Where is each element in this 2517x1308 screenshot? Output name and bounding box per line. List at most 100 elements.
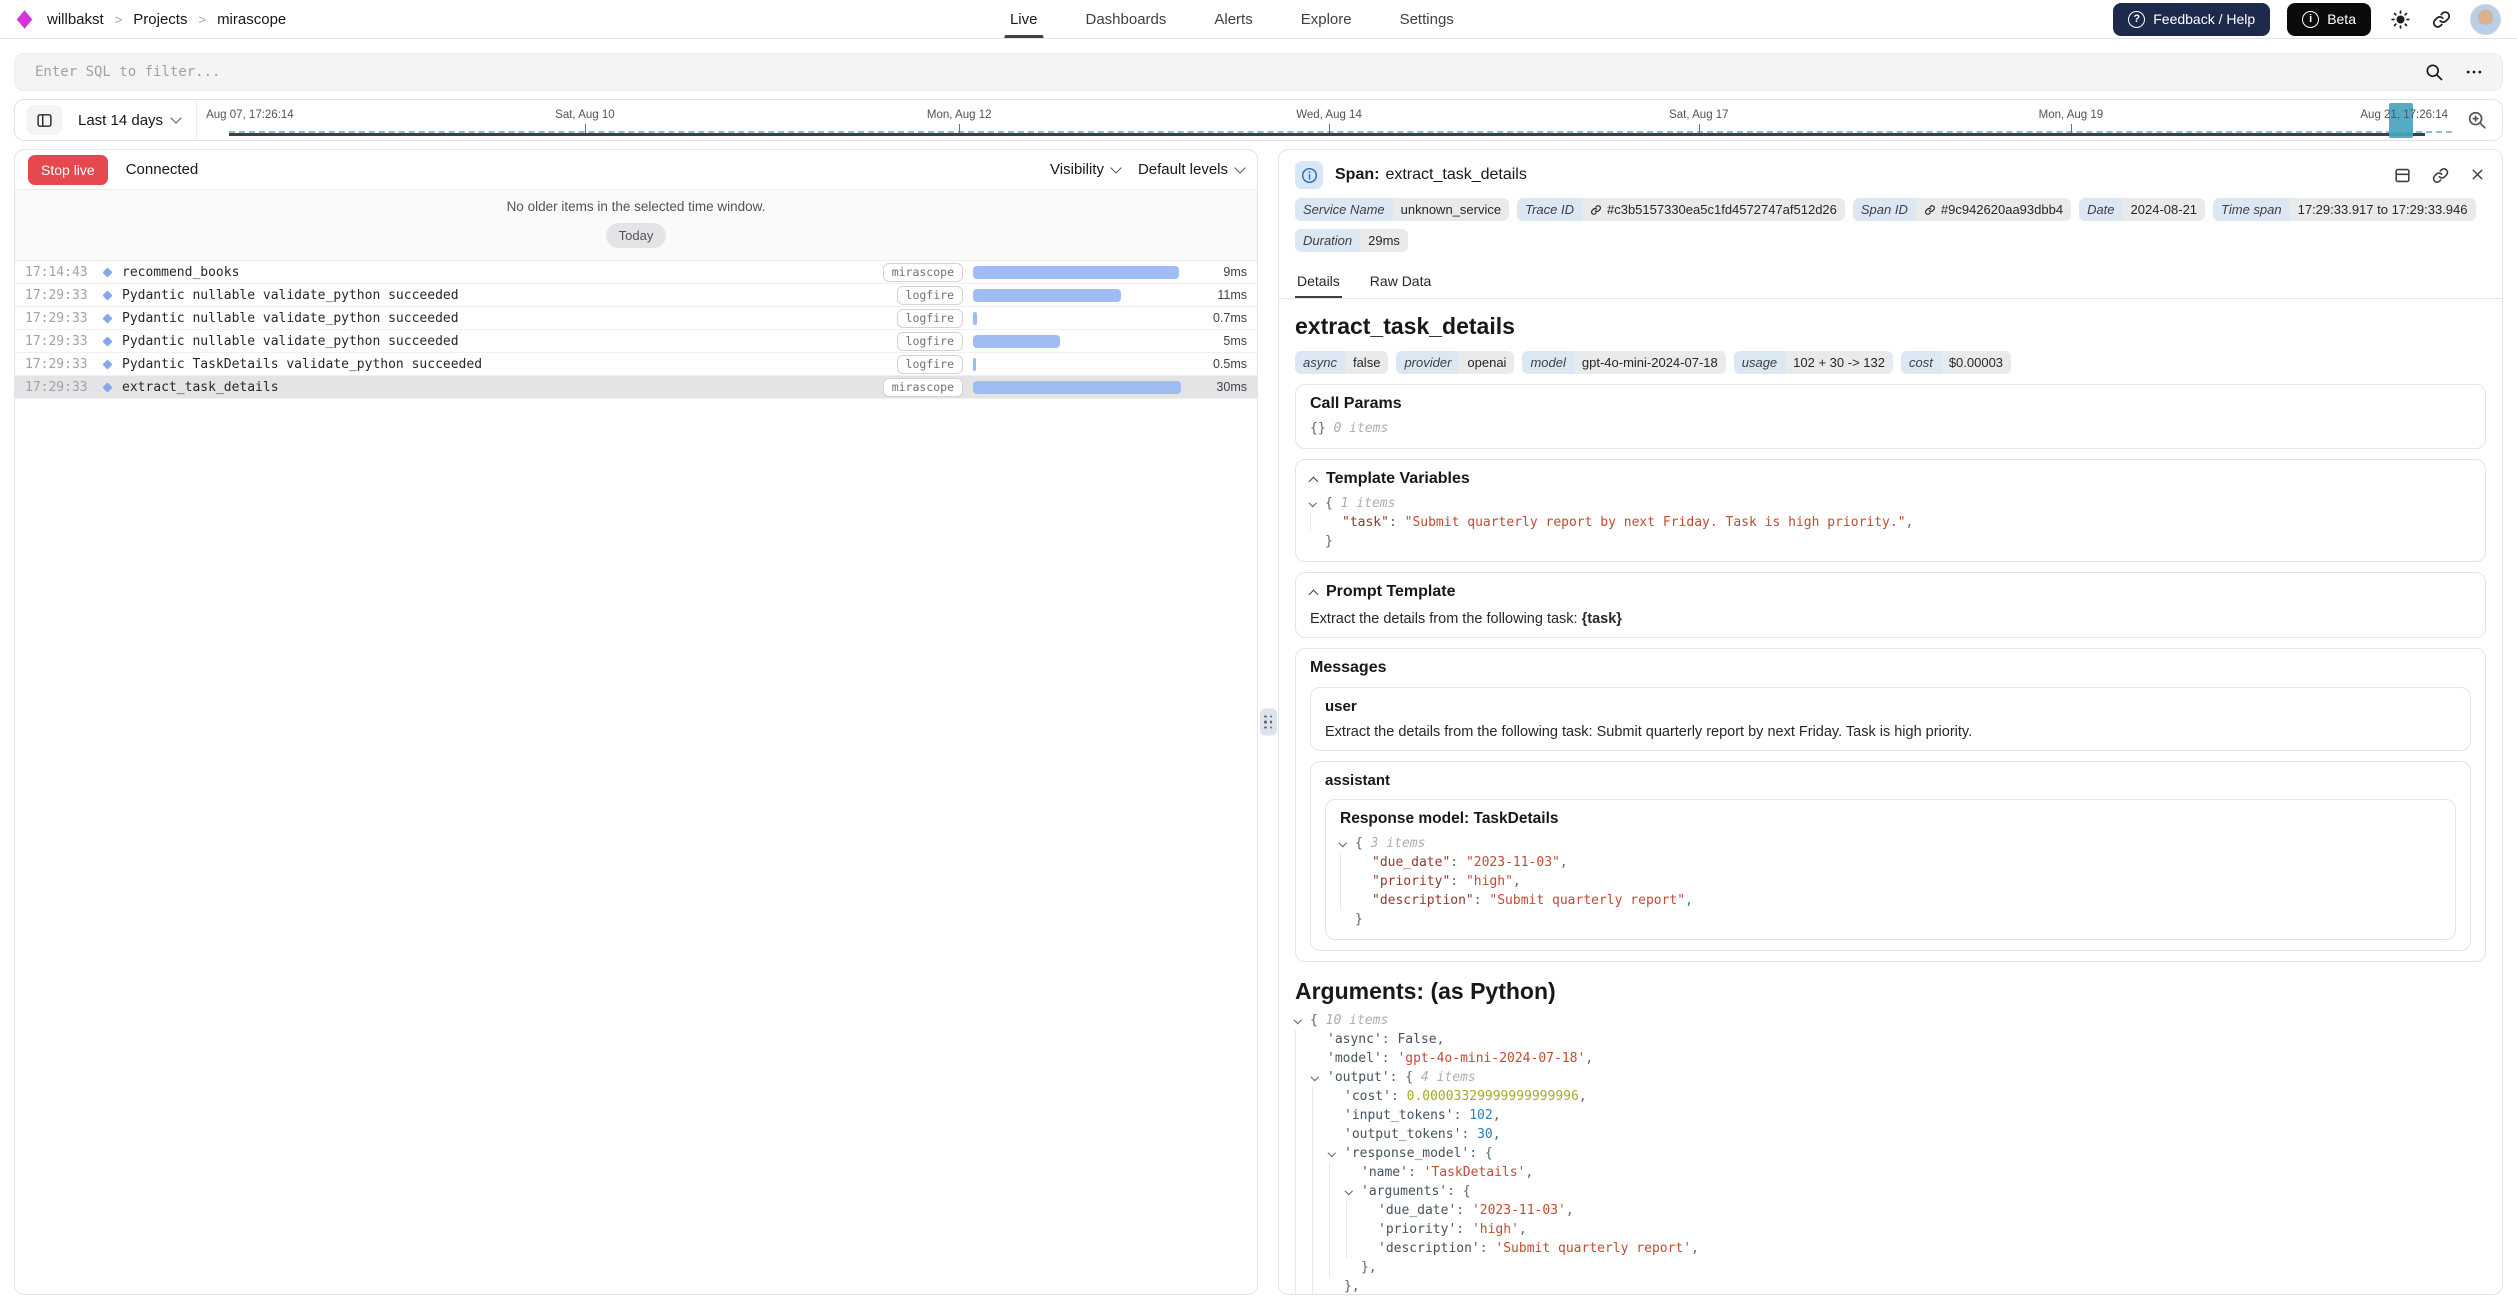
badge-value: $0.00003 [1941,351,2011,374]
sql-filter-input[interactable] [33,63,2404,81]
badge-label: Service Name [1295,198,1393,221]
badge-label: model [1522,351,1573,374]
code-token: } [1355,910,1363,929]
topbar-actions: ? Feedback / Help i Beta [2113,3,2501,36]
breadcrumb-item-mirascope[interactable]: mirascope [217,11,286,28]
span-detail-body: extract_task_details asyncfalseprovidero… [1279,299,2502,1294]
close-icon[interactable] [2469,166,2486,185]
tab-dashboards[interactable]: Dashboards [1085,0,1166,38]
collapse-icon[interactable] [1310,474,1317,485]
indent-gap [1329,1277,1344,1294]
log-row[interactable]: 17:29:33Pydantic nullable validate_pytho… [15,330,1257,353]
code-token: : [1390,1068,1406,1087]
tree-chevron-down-icon[interactable] [1295,1011,1310,1030]
indent-guide [1295,1220,1312,1239]
theme-toggle-icon[interactable] [2388,7,2412,31]
code-line: 'model': 'gpt-4o-mini-2024-07-18', [1295,1049,2486,1068]
link-icon[interactable] [1590,204,1602,216]
breadcrumb-item-willbakst[interactable]: willbakst [47,11,104,28]
tab-raw-data[interactable]: Raw Data [1368,264,1433,298]
top-bar: willbakst>Projects>mirascope LiveDashboa… [0,0,2517,39]
code-line: 'cost': 0.00003329999999999996, [1295,1087,2486,1106]
tab-live[interactable]: Live [1010,0,1038,38]
share-link-icon[interactable] [2429,7,2453,31]
tree-chevron-down-icon[interactable] [1329,1144,1344,1163]
timeline-data-line [229,133,2425,136]
log-row[interactable]: 17:29:33Pydantic nullable validate_pytho… [15,307,1257,330]
tree-chevron-down-icon[interactable] [1312,1068,1327,1087]
feedback-help-button[interactable]: ? Feedback / Help [2113,3,2270,36]
panel-resize-handle[interactable] [1260,709,1277,736]
code-token: , [1437,1030,1445,1049]
code-token: { [1485,1144,1493,1163]
timeline-tick-label: Mon, Aug 19 [2039,109,2104,121]
badge-label: Trace ID [1517,198,1582,221]
code-line: }, [1295,1277,2486,1294]
visibility-dropdown[interactable]: Visibility [1050,161,1120,178]
more-options-icon[interactable] [2464,62,2484,82]
search-icon[interactable] [2424,62,2444,82]
indent-guide [1346,1201,1363,1220]
indent-gap [1363,1239,1378,1258]
log-row[interactable]: 17:29:33Pydantic nullable validate_pytho… [15,284,1257,307]
code-token: : [1454,1106,1470,1125]
code-token: 0 items [1326,419,1389,438]
log-duration: 5ms [1195,334,1247,348]
logfire-logo-icon[interactable] [16,9,33,30]
tree-chevron-down-icon[interactable] [1340,834,1355,853]
sidebar-toggle-icon[interactable] [27,105,62,135]
log-list: 17:14:43recommend_booksmirascope9ms17:29… [15,261,1257,399]
log-timestamp: 17:14:43 [25,265,101,280]
tree-chevron-down-icon[interactable] [1310,494,1325,513]
badge-label: Time span [2213,198,2290,221]
link-icon[interactable] [1924,204,1936,216]
breadcrumb-item-Projects[interactable]: Projects [133,11,187,28]
collapse-icon[interactable] [1310,587,1317,598]
tab-explore[interactable]: Explore [1301,0,1352,38]
code-token: 'Submit quarterly report' [1495,1239,1691,1258]
code-token: '2023-11-03' [1472,1201,1566,1220]
indent-gap [1329,1106,1344,1125]
code-token: : [1447,1182,1463,1201]
code-token: , [1560,853,1568,872]
default-levels-dropdown[interactable]: Default levels [1138,161,1244,178]
timeline-tick [1699,124,1700,133]
log-row[interactable]: 17:14:43recommend_booksmirascope9ms [15,261,1257,284]
tab-details[interactable]: Details [1295,264,1342,298]
code-token: : [1480,1239,1496,1258]
timeline-track[interactable]: Aug 07, 17:26:14Sat, Aug 10Mon, Aug 12We… [197,100,2452,140]
code-line: 'priority': 'high', [1295,1220,2486,1239]
today-badge[interactable]: Today [606,223,667,248]
avatar[interactable] [2470,4,2501,35]
indent-guide [1295,1201,1312,1220]
badge-value: gpt-4o-mini-2024-07-18 [1574,351,1726,374]
log-row[interactable]: 17:29:33Pydantic TaskDetails validate_py… [15,353,1257,376]
beta-button[interactable]: i Beta [2287,3,2371,36]
indent-guide [1312,1277,1329,1294]
timeline-zoom-in-icon[interactable] [2452,100,2502,140]
stop-live-button[interactable]: Stop live [28,155,108,185]
tab-alerts[interactable]: Alerts [1214,0,1252,38]
live-log-panel: Stop live Connected Visibility Default l… [14,149,1258,1295]
indent-guide [1329,1201,1346,1220]
code-token: : [1461,1125,1477,1144]
indent-guide [1346,1220,1363,1239]
code-token: , [1906,513,1914,532]
code-token: } [1325,532,1333,551]
badge-value-text: #c3b5157330ea5c1fd4572747af512d26 [1607,203,1837,216]
span-details-panel: Span:extract_task_details [1278,149,2503,1295]
time-range-dropdown[interactable]: Last 14 days [74,112,184,129]
timeline-tick [959,124,960,133]
panel-layout-icon[interactable] [2393,166,2412,185]
indent-guide [1312,1106,1329,1125]
indent-guide [1295,1163,1312,1182]
tab-settings[interactable]: Settings [1400,0,1454,38]
span-diamond-icon [102,359,112,369]
log-name: Pydantic TaskDetails validate_python suc… [122,357,897,372]
log-row[interactable]: 17:29:33extract_task_detailsmirascope30m… [15,376,1257,399]
tree-chevron-down-icon[interactable] [1346,1182,1361,1201]
timeline-tick-label: Aug 21, 17:26:14 [2360,109,2448,121]
code-token: 102 [1469,1106,1492,1125]
log-duration: 0.7ms [1195,311,1247,325]
copy-link-icon[interactable] [2431,166,2450,185]
